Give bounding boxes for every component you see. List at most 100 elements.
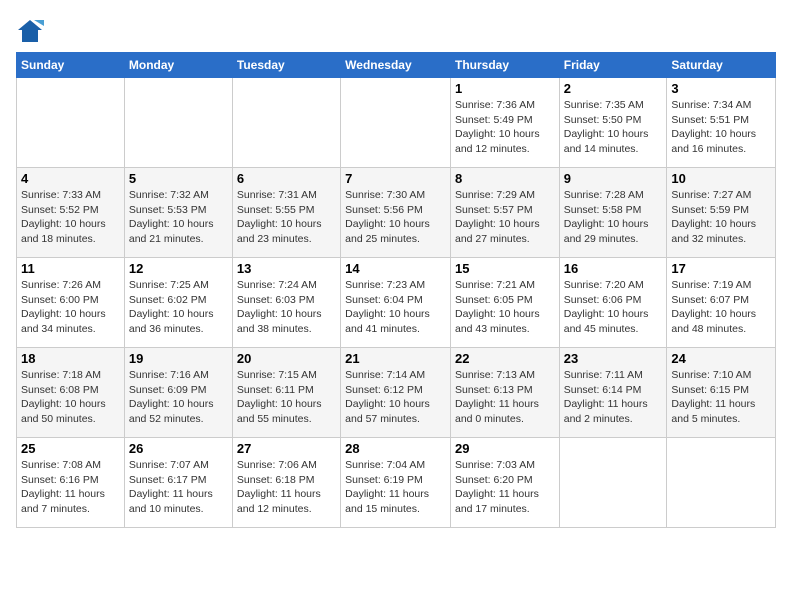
calendar-cell [667, 438, 776, 528]
calendar-cell [341, 78, 451, 168]
day-info: Sunrise: 7:21 AM Sunset: 6:05 PM Dayligh… [455, 278, 555, 337]
calendar-cell: 26 Sunrise: 7:07 AM Sunset: 6:17 PM Dayli… [124, 438, 232, 528]
day-info: Sunrise: 7:16 AM Sunset: 6:09 PM Dayligh… [129, 368, 228, 427]
day-number: 25 [21, 441, 120, 456]
day-info: Sunrise: 7:29 AM Sunset: 5:57 PM Dayligh… [455, 188, 555, 247]
day-number: 2 [564, 81, 663, 96]
logo [16, 16, 48, 44]
calendar-cell: 17 Sunrise: 7:19 AM Sunset: 6:07 PM Dayli… [667, 258, 776, 348]
day-info: Sunrise: 7:27 AM Sunset: 5:59 PM Dayligh… [671, 188, 771, 247]
day-number: 22 [455, 351, 555, 366]
calendar-cell: 18 Sunrise: 7:18 AM Sunset: 6:08 PM Dayli… [17, 348, 125, 438]
day-number: 14 [345, 261, 446, 276]
day-info: Sunrise: 7:07 AM Sunset: 6:17 PM Dayligh… [129, 458, 228, 517]
day-info: Sunrise: 7:25 AM Sunset: 6:02 PM Dayligh… [129, 278, 228, 337]
day-header-wednesday: Wednesday [341, 53, 451, 78]
day-number: 21 [345, 351, 446, 366]
day-number: 24 [671, 351, 771, 366]
calendar-cell [124, 78, 232, 168]
day-header-tuesday: Tuesday [232, 53, 340, 78]
day-number: 12 [129, 261, 228, 276]
calendar-cell: 6Sunrise: 7:31 AM Sunset: 5:55 PM Daylig… [232, 168, 340, 258]
calendar-cell [559, 438, 667, 528]
day-info: Sunrise: 7:08 AM Sunset: 6:16 PM Dayligh… [21, 458, 120, 517]
calendar-cell: 9 Sunrise: 7:28 AM Sunset: 5:58 PM Daylig… [559, 168, 667, 258]
day-number: 10 [671, 171, 771, 186]
calendar-cell: 28Sunrise: 7:04 AM Sunset: 6:19 PM Dayli… [341, 438, 451, 528]
day-info: Sunrise: 7:28 AM Sunset: 5:58 PM Dayligh… [564, 188, 663, 247]
day-number: 9 [564, 171, 663, 186]
calendar-header-row: SundayMondayTuesdayWednesdayThursdayFrid… [17, 53, 776, 78]
calendar-cell: 4 Sunrise: 7:33 AM Sunset: 5:52 PM Daylig… [17, 168, 125, 258]
calendar-cell: 5 Sunrise: 7:32 AM Sunset: 5:53 PM Daylig… [124, 168, 232, 258]
logo-icon [16, 16, 44, 44]
day-number: 13 [237, 261, 336, 276]
day-number: 18 [21, 351, 120, 366]
calendar-cell: 12 Sunrise: 7:25 AM Sunset: 6:02 PM Dayli… [124, 258, 232, 348]
day-info: Sunrise: 7:18 AM Sunset: 6:08 PM Dayligh… [21, 368, 120, 427]
day-number: 29 [455, 441, 555, 456]
calendar-cell: 20Sunrise: 7:15 AM Sunset: 6:11 PM Dayli… [232, 348, 340, 438]
week-row-3: 11Sunrise: 7:26 AM Sunset: 6:00 PM Dayli… [17, 258, 776, 348]
day-number: 17 [671, 261, 771, 276]
calendar-cell: 3 Sunrise: 7:34 AM Sunset: 5:51 PM Daylig… [667, 78, 776, 168]
day-number: 15 [455, 261, 555, 276]
day-info: Sunrise: 7:32 AM Sunset: 5:53 PM Dayligh… [129, 188, 228, 247]
calendar-table: SundayMondayTuesdayWednesdayThursdayFrid… [16, 52, 776, 528]
day-info: Sunrise: 7:33 AM Sunset: 5:52 PM Dayligh… [21, 188, 120, 247]
day-number: 8 [455, 171, 555, 186]
day-info: Sunrise: 7:14 AM Sunset: 6:12 PM Dayligh… [345, 368, 446, 427]
calendar-cell: 19 Sunrise: 7:16 AM Sunset: 6:09 PM Dayli… [124, 348, 232, 438]
day-header-friday: Friday [559, 53, 667, 78]
day-info: Sunrise: 7:03 AM Sunset: 6:20 PM Dayligh… [455, 458, 555, 517]
day-info: Sunrise: 7:26 AM Sunset: 6:00 PM Dayligh… [21, 278, 120, 337]
day-number: 26 [129, 441, 228, 456]
calendar-cell: 29 Sunrise: 7:03 AM Sunset: 6:20 PM Dayli… [450, 438, 559, 528]
day-info: Sunrise: 7:13 AM Sunset: 6:13 PM Dayligh… [455, 368, 555, 427]
day-info: Sunrise: 7:31 AM Sunset: 5:55 PM Dayligh… [237, 188, 336, 247]
calendar-cell: 15 Sunrise: 7:21 AM Sunset: 6:05 PM Dayli… [450, 258, 559, 348]
day-info: Sunrise: 7:19 AM Sunset: 6:07 PM Dayligh… [671, 278, 771, 337]
day-number: 16 [564, 261, 663, 276]
day-number: 3 [671, 81, 771, 96]
day-info: Sunrise: 7:36 AM Sunset: 5:49 PM Dayligh… [455, 98, 555, 157]
day-info: Sunrise: 7:35 AM Sunset: 5:50 PM Dayligh… [564, 98, 663, 157]
day-info: Sunrise: 7:30 AM Sunset: 5:56 PM Dayligh… [345, 188, 446, 247]
day-number: 4 [21, 171, 120, 186]
week-row-5: 25 Sunrise: 7:08 AM Sunset: 6:16 PM Dayli… [17, 438, 776, 528]
calendar-cell: 1 Sunrise: 7:36 AM Sunset: 5:49 PM Daylig… [450, 78, 559, 168]
day-number: 1 [455, 81, 555, 96]
calendar-cell: 10 Sunrise: 7:27 AM Sunset: 5:59 PM Dayli… [667, 168, 776, 258]
calendar-cell: 14 Sunrise: 7:23 AM Sunset: 6:04 PM Dayli… [341, 258, 451, 348]
day-number: 28 [345, 441, 446, 456]
day-info: Sunrise: 7:34 AM Sunset: 5:51 PM Dayligh… [671, 98, 771, 157]
day-info: Sunrise: 7:20 AM Sunset: 6:06 PM Dayligh… [564, 278, 663, 337]
day-info: Sunrise: 7:23 AM Sunset: 6:04 PM Dayligh… [345, 278, 446, 337]
day-header-thursday: Thursday [450, 53, 559, 78]
week-row-4: 18 Sunrise: 7:18 AM Sunset: 6:08 PM Dayli… [17, 348, 776, 438]
calendar-cell: 8 Sunrise: 7:29 AM Sunset: 5:57 PM Daylig… [450, 168, 559, 258]
calendar-cell: 16 Sunrise: 7:20 AM Sunset: 6:06 PM Dayli… [559, 258, 667, 348]
day-header-sunday: Sunday [17, 53, 125, 78]
calendar-cell: 22 Sunrise: 7:13 AM Sunset: 6:13 PM Dayli… [450, 348, 559, 438]
day-number: 7 [345, 171, 446, 186]
day-info: Sunrise: 7:10 AM Sunset: 6:15 PM Dayligh… [671, 368, 771, 427]
calendar-cell: 21 Sunrise: 7:14 AM Sunset: 6:12 PM Dayli… [341, 348, 451, 438]
calendar-cell: 27Sunrise: 7:06 AM Sunset: 6:18 PM Dayli… [232, 438, 340, 528]
day-info: Sunrise: 7:11 AM Sunset: 6:14 PM Dayligh… [564, 368, 663, 427]
week-row-1: 1 Sunrise: 7:36 AM Sunset: 5:49 PM Daylig… [17, 78, 776, 168]
calendar-cell [17, 78, 125, 168]
calendar-cell: 25 Sunrise: 7:08 AM Sunset: 6:16 PM Dayli… [17, 438, 125, 528]
day-number: 5 [129, 171, 228, 186]
calendar-cell: 7 Sunrise: 7:30 AM Sunset: 5:56 PM Daylig… [341, 168, 451, 258]
week-row-2: 4 Sunrise: 7:33 AM Sunset: 5:52 PM Daylig… [17, 168, 776, 258]
day-number: 27 [237, 441, 336, 456]
day-info: Sunrise: 7:24 AM Sunset: 6:03 PM Dayligh… [237, 278, 336, 337]
day-number: 19 [129, 351, 228, 366]
calendar-cell: 24 Sunrise: 7:10 AM Sunset: 6:15 PM Dayli… [667, 348, 776, 438]
day-number: 23 [564, 351, 663, 366]
calendar-cell: 23 Sunrise: 7:11 AM Sunset: 6:14 PM Dayli… [559, 348, 667, 438]
calendar-cell [232, 78, 340, 168]
calendar-cell: 13 Sunrise: 7:24 AM Sunset: 6:03 PM Dayli… [232, 258, 340, 348]
day-header-monday: Monday [124, 53, 232, 78]
